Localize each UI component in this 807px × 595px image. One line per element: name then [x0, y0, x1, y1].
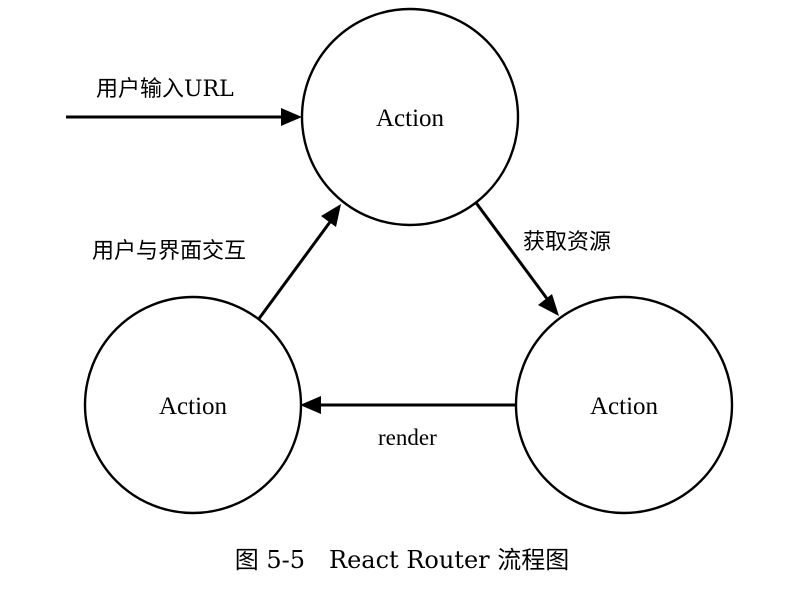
edge-right-to-left: render: [300, 396, 515, 450]
edge-label-render: render: [378, 425, 437, 450]
node-label-left: Action: [159, 393, 228, 420]
node-action-right: Action: [514, 295, 734, 515]
node-action-left: Action: [83, 295, 303, 515]
edge-label-user-input: 用户输入URL: [96, 77, 234, 102]
arrowhead-top-to-right: [538, 294, 559, 316]
figure-caption: 图 5-5 React Router 流程图: [235, 546, 570, 574]
node-action-top: Action: [300, 7, 520, 227]
arrowhead-left-to-top: [321, 204, 341, 227]
node-label-top: Action: [376, 105, 445, 132]
flow-diagram: 用户输入URL 获取资源 render 用户与界面交互 Action Actio…: [66, 7, 734, 574]
node-label-right: Action: [590, 393, 659, 420]
edge-user-input: 用户输入URL: [66, 77, 302, 126]
arrowhead-right-to-left: [300, 396, 321, 414]
arrowhead-input: [281, 108, 302, 126]
edge-top-to-right: 获取资源: [472, 199, 611, 316]
edge-label-fetch-resources: 获取资源: [523, 230, 611, 255]
edge-label-user-interaction: 用户与界面交互: [92, 239, 246, 264]
